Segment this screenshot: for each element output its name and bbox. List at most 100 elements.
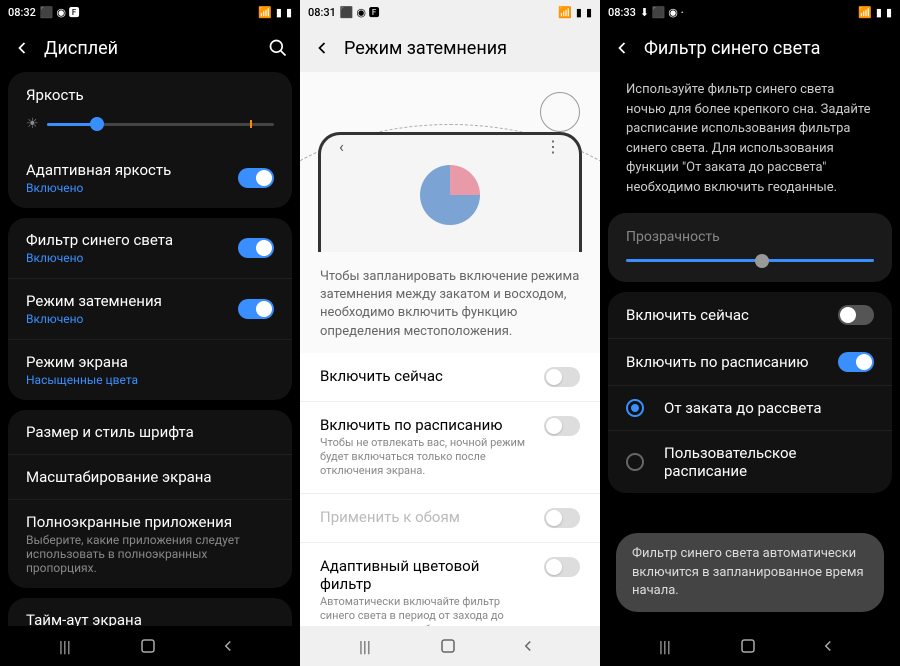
status-bar: 08:31 ⬛ ◉ 🅵 📶 ▮ ▮	[300, 0, 600, 24]
opacity-slider[interactable]	[626, 259, 874, 262]
wallpaper-title: Применить к обоям	[320, 508, 532, 526]
toast: Фильтр синего света автоматически включи…	[616, 533, 884, 612]
brightness-label: Яркость	[26, 86, 274, 104]
adaptive-sub: Включено	[26, 181, 171, 195]
timeout-card: Тайм-аут экрана Период бездействия - 10 …	[8, 598, 292, 626]
status-bar: 08:33 ⬇ ⬛ ◉ · 📶 ▮ ▮	[600, 0, 900, 24]
nav-back-icon[interactable]	[219, 637, 241, 655]
nav-bar: |||	[300, 626, 600, 666]
status-time: 08:33	[608, 6, 636, 19]
mock-back-icon: ‹	[339, 137, 344, 156]
search-icon[interactable]	[268, 38, 288, 58]
status-time: 08:31	[308, 6, 336, 19]
enable-now-toggle[interactable]	[544, 367, 580, 387]
font-row[interactable]: Размер и стиль шрифта	[8, 410, 292, 455]
nav-home-icon[interactable]	[739, 637, 761, 655]
mock-pie-chart	[420, 165, 480, 225]
dark-mode-sub: Включено	[26, 312, 162, 326]
zoom-title: Масштабирование экрана	[26, 468, 274, 486]
description: Используйте фильтр синего света ночью дл…	[608, 72, 892, 213]
notif-icons: ⬛ ◉ 🅵	[40, 4, 80, 20]
battery-icon: ▮	[286, 6, 292, 19]
status-time: 08:32	[8, 6, 36, 19]
radio-custom[interactable]	[626, 453, 644, 471]
adaptive-toggle[interactable]	[238, 168, 274, 188]
dark-mode-toggle[interactable]	[238, 299, 274, 319]
nav-bar: |||	[0, 626, 300, 666]
timeout-row[interactable]: Тайм-аут экрана Период бездействия - 10 …	[8, 598, 292, 626]
adaptive-brightness-row[interactable]: Адаптивная яркость Включено	[8, 148, 292, 208]
screen-mode-title: Режим экрана	[26, 353, 274, 371]
display-modes-card: Фильтр синего света Включено Режим затем…	[8, 218, 292, 400]
radio-custom-label: Пользовательское расписание	[664, 444, 874, 480]
enable-now-row[interactable]: Включить сейчас	[608, 292, 892, 339]
blue-filter-row[interactable]: Фильтр синего света Включено	[8, 218, 292, 279]
illustration: ‹⋮	[300, 72, 600, 252]
nav-home-icon[interactable]	[439, 637, 461, 655]
brightness-card: Яркость ☀ Адаптивная яркость Включено	[8, 72, 292, 208]
zoom-row[interactable]: Масштабирование экрана	[8, 455, 292, 500]
content: Яркость ☀ Адаптивная яркость Включено	[0, 72, 300, 626]
notif-icons: ⬇ ⬛ ◉ ·	[640, 6, 684, 19]
nav-recents-icon[interactable]: |||	[59, 637, 81, 656]
back-icon[interactable]	[612, 38, 632, 58]
fullscreen-row[interactable]: Полноэкранные приложения Выберите, какие…	[8, 500, 292, 588]
content: ‹⋮ Чтобы запланировать включение режима …	[300, 72, 600, 626]
notif-icons: ⬛ ◉ 🅵	[340, 4, 380, 20]
radio-sunset-label: От заката до рассвета	[664, 399, 821, 417]
enable-schedule-sub: Чтобы не отвлекать вас, ночной режим буд…	[320, 436, 532, 479]
nav-back-icon[interactable]	[819, 637, 841, 655]
enable-schedule-toggle[interactable]	[544, 416, 580, 436]
radio-sunset-row[interactable]: От заката до рассвета	[608, 386, 892, 431]
dark-mode-row[interactable]: Режим затемнения Включено	[8, 279, 292, 340]
screen-mode-row[interactable]: Режим экрана Насыщенные цвета	[8, 340, 292, 400]
font-card: Размер и стиль шрифта Масштабирование эк…	[8, 410, 292, 588]
back-icon[interactable]	[12, 38, 32, 58]
page-title: Фильтр синего света	[644, 38, 888, 59]
font-title: Размер и стиль шрифта	[26, 423, 274, 441]
enable-schedule-toggle[interactable]	[838, 352, 874, 372]
adaptive-filter-row[interactable]: Адаптивный цветовой фильтр Автоматически…	[300, 543, 600, 626]
wifi-icon: 📶	[558, 6, 572, 19]
phone-dark-mode-settings: 08:31 ⬛ ◉ 🅵 📶 ▮ ▮ Режим затемнения ‹⋮ Чт…	[300, 0, 600, 666]
schedule-card: Включить сейчас Включить по расписанию О…	[608, 292, 892, 493]
sun-icon	[540, 92, 580, 132]
blue-filter-title: Фильтр синего света	[26, 231, 173, 249]
screen-mode-sub: Насыщенные цвета	[26, 373, 274, 387]
nav-back-icon[interactable]	[519, 637, 541, 655]
radio-custom-row[interactable]: Пользовательское расписание	[608, 431, 892, 493]
adaptive-title: Адаптивная яркость	[26, 161, 171, 179]
header: Фильтр синего света	[600, 24, 900, 72]
wifi-icon: 📶	[858, 6, 872, 19]
brightness-slider[interactable]: ☀	[26, 116, 274, 132]
enable-now-toggle[interactable]	[838, 305, 874, 325]
mock-phone: ‹⋮	[318, 132, 582, 252]
adaptive-filter-title: Адаптивный цветовой фильтр	[320, 557, 532, 593]
brightness-row: Яркость ☀	[8, 72, 292, 148]
blue-filter-sub: Включено	[26, 251, 173, 265]
page-title: Дисплей	[44, 38, 256, 59]
adaptive-filter-toggle[interactable]	[544, 557, 580, 577]
header: Режим затемнения	[300, 24, 600, 72]
radio-sunset[interactable]	[626, 399, 644, 417]
enable-schedule-row[interactable]: Включить по расписанию	[608, 339, 892, 386]
nav-recents-icon[interactable]: |||	[359, 637, 381, 656]
signal-icon: ▮	[276, 6, 282, 19]
page-title: Режим затемнения	[344, 38, 588, 59]
enable-schedule-row[interactable]: Включить по расписанию Чтобы не отвлекат…	[300, 402, 600, 494]
opacity-label: Прозрачность	[626, 229, 874, 245]
sun-small-icon: ☀	[26, 116, 39, 132]
blue-filter-toggle[interactable]	[238, 238, 274, 258]
back-icon[interactable]	[312, 38, 332, 58]
nav-recents-icon[interactable]: |||	[659, 637, 681, 656]
enable-now-row[interactable]: Включить сейчас	[300, 353, 600, 402]
status-bar: 08:32 ⬛ ◉ 🅵 📶 ▮ ▮	[0, 0, 300, 24]
nav-home-icon[interactable]	[139, 637, 161, 655]
nav-bar: |||	[600, 626, 900, 666]
mock-more-icon: ⋮	[545, 137, 561, 156]
battery-icon: ▮	[586, 6, 592, 19]
timeout-title: Тайм-аут экрана	[26, 611, 274, 626]
info-text: Чтобы запланировать включение режима зат…	[300, 252, 600, 353]
signal-icon: ▮	[876, 6, 882, 19]
header: Дисплей	[0, 24, 300, 72]
